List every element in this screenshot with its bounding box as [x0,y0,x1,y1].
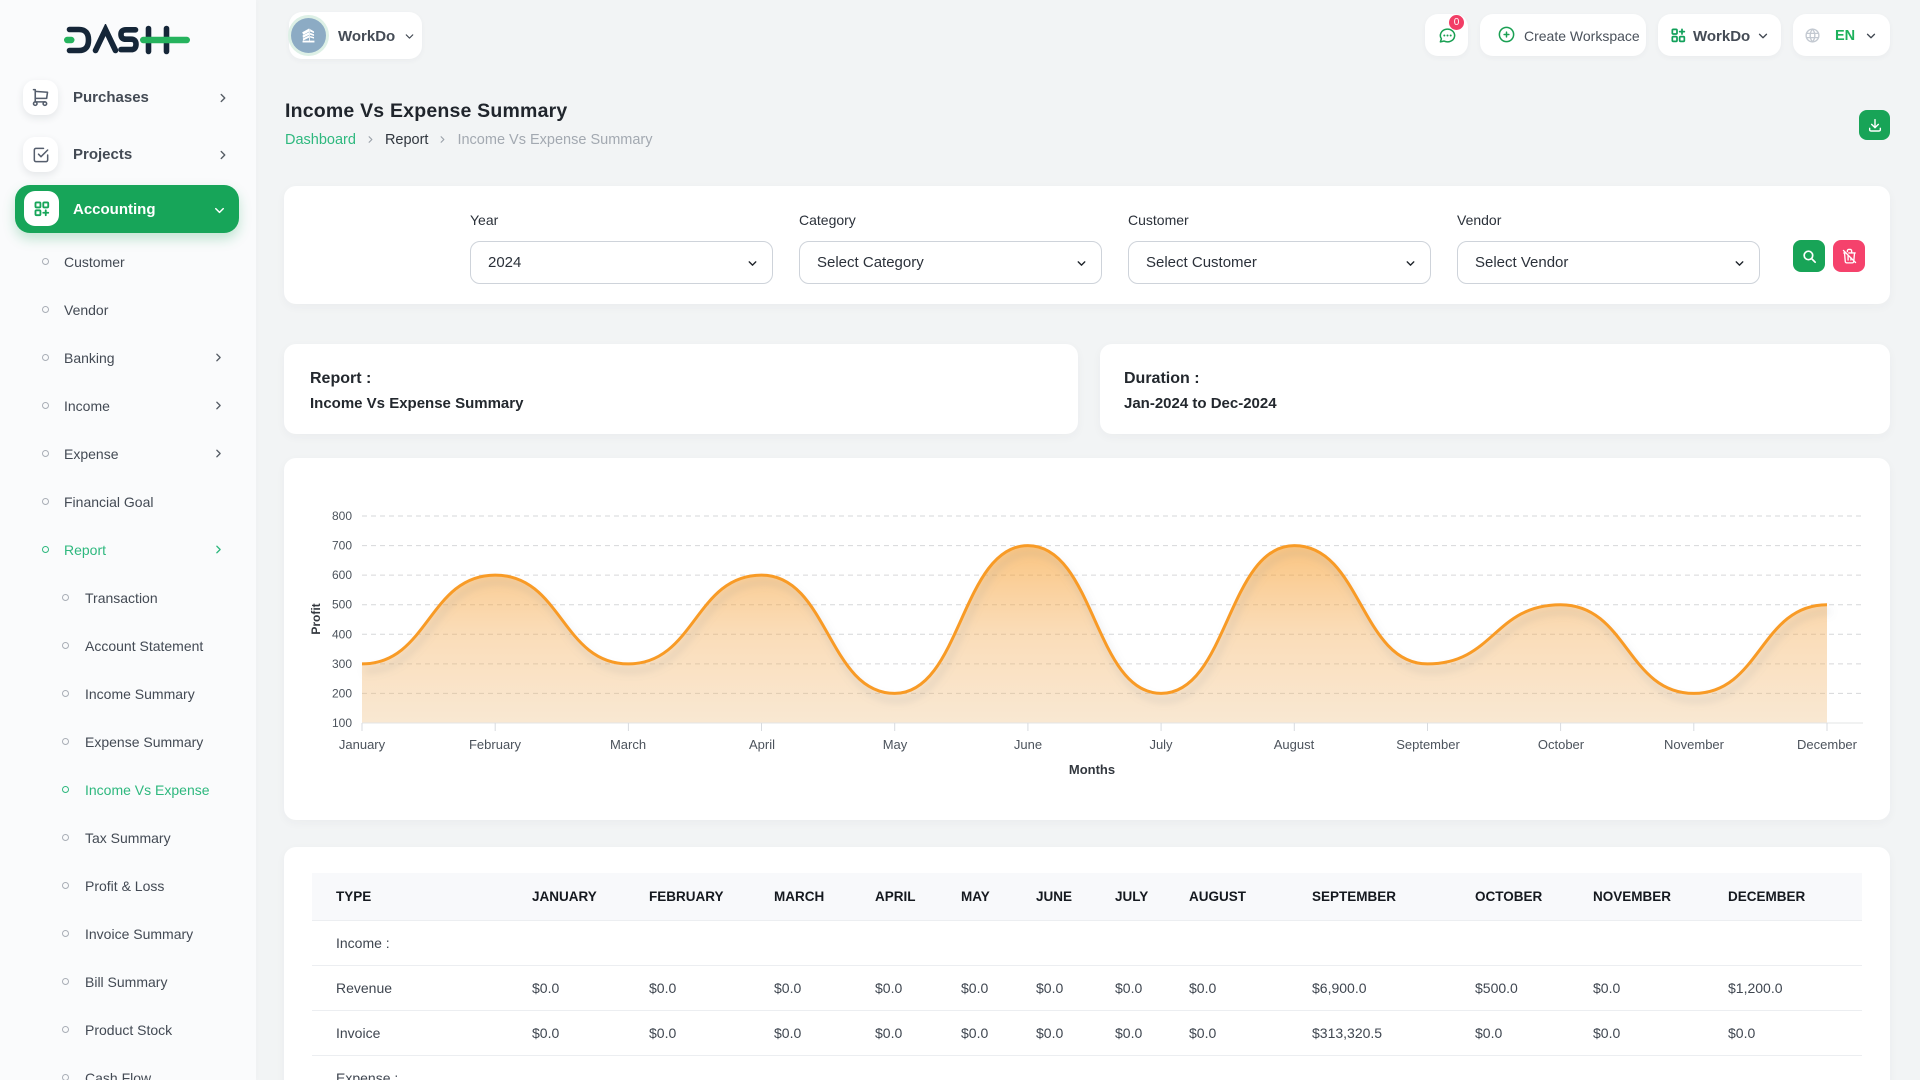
svg-text:500: 500 [332,598,352,612]
svg-text:December: December [1797,737,1858,752]
svg-text:May: May [883,737,908,752]
svg-text:600: 600 [332,568,352,582]
svg-text:100: 100 [332,716,352,730]
svg-text:March: March [610,737,646,752]
svg-text:400: 400 [332,627,352,641]
svg-text:300: 300 [332,657,352,671]
svg-text:700: 700 [332,539,352,553]
svg-text:July: July [1149,737,1173,752]
svg-text:Profit: Profit [309,603,323,634]
svg-text:November: November [1664,737,1725,752]
svg-text:200: 200 [332,686,352,700]
svg-text:January: January [339,737,386,752]
svg-text:Months: Months [1069,762,1115,777]
svg-text:August: August [1274,737,1315,752]
svg-text:April: April [749,737,775,752]
svg-text:September: September [1396,737,1460,752]
svg-text:February: February [469,737,522,752]
svg-text:June: June [1014,737,1042,752]
svg-text:October: October [1538,737,1585,752]
svg-text:800: 800 [332,509,352,523]
